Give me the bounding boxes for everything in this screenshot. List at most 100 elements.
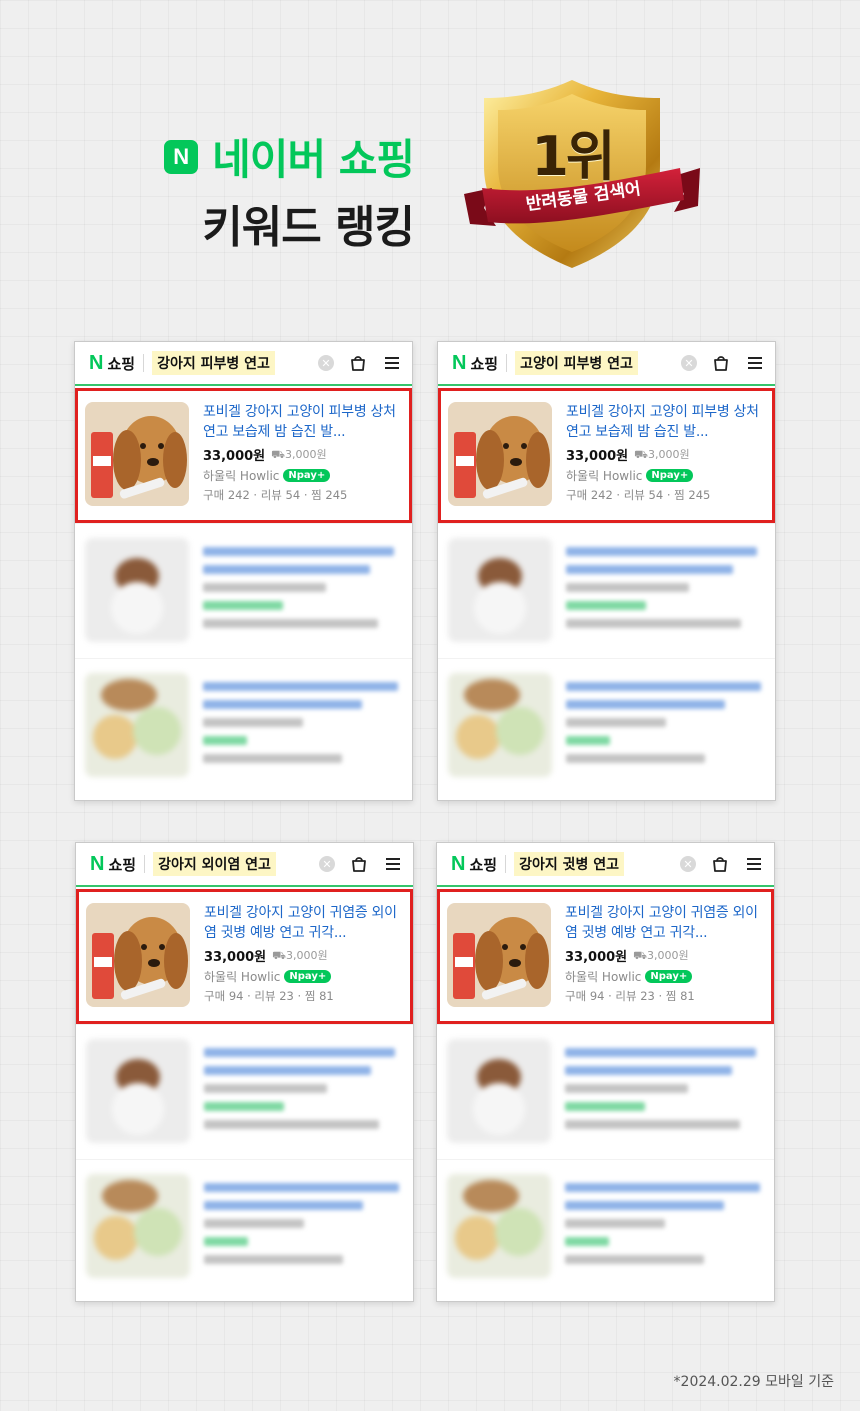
blurred-product-item[interactable]: [437, 1024, 774, 1159]
product-image-icon: [86, 903, 190, 1007]
blurred-thumbnail[interactable]: [448, 538, 552, 642]
shipping-fee: ⛟3,000원: [271, 446, 326, 463]
npay-plus-icon: +: [317, 971, 327, 982]
product-thumbnail[interactable]: [86, 903, 190, 1007]
product-title-link[interactable]: 포비겔 강아지 고양이 피부병 상처 연고 보습제 밤 습진 발...: [203, 402, 402, 442]
menu-icon[interactable]: [745, 353, 765, 373]
product-title-link[interactable]: 포비겔 강아지 고양이 피부병 상처 연고 보습제 밤 습진 발...: [566, 402, 765, 442]
shopping-bag-icon[interactable]: [349, 854, 369, 874]
seller-name[interactable]: 하울릭 Howlic: [204, 968, 280, 985]
product-image-icon: [447, 903, 551, 1007]
npay-label: pay: [658, 971, 679, 982]
blurred-thumbnail[interactable]: [447, 1039, 551, 1143]
blurred-thumbnail[interactable]: [447, 1174, 551, 1278]
product-title-link[interactable]: 포비겔 강아지 고양이 귀염증 외이염 귓병 예방 연고 귀각...: [204, 903, 403, 943]
seller-row: 하울릭 Howlic Npay+: [565, 968, 764, 985]
featured-product-item[interactable]: 포비겔 강아지 고양이 피부병 상처 연고 보습제 밤 습진 발... 33,0…: [438, 388, 775, 523]
product-thumbnail[interactable]: [448, 402, 552, 506]
npay-badge: Npay+: [284, 970, 332, 983]
product-thumbnail[interactable]: [85, 402, 189, 506]
brand-row: N 네이버 쇼핑: [164, 126, 415, 187]
product-stats: 구매 242 · 리뷰 54 · 찜 245: [203, 488, 348, 502]
divider: [506, 354, 508, 372]
shipping-fee-value: 3,000원: [284, 448, 327, 461]
blurred-image-icon: [86, 1039, 190, 1143]
npay-n-icon: N: [288, 470, 297, 481]
naver-n-icon: N: [89, 351, 104, 374]
clear-icon[interactable]: ✕: [318, 355, 334, 371]
product-info: 포비겔 강아지 고양이 귀염증 외이염 귓병 예방 연고 귀각... 33,00…: [565, 903, 764, 1024]
search-bar: N 쇼핑 고양이 피부병 연고 ✕: [438, 342, 775, 386]
blurred-thumbnail[interactable]: [86, 1039, 190, 1143]
divider: [143, 354, 145, 372]
featured-product-item[interactable]: 포비겔 강아지 고양이 귀염증 외이염 귓병 예방 연고 귀각... 33,00…: [437, 889, 774, 1024]
naver-n-icon: N: [451, 852, 466, 875]
clear-icon[interactable]: ✕: [319, 856, 335, 872]
blurred-product-item[interactable]: [438, 523, 775, 658]
search-panel-3: N 쇼핑 강아지 외이염 연고 ✕ 포비겔 강아지 고양이 귀염증 외이염 귓병…: [75, 842, 414, 1302]
blurred-product-item[interactable]: [76, 1024, 413, 1159]
product-info: 포비겔 강아지 고양이 피부병 상처 연고 보습제 밤 습진 발... 33,0…: [566, 402, 765, 523]
search-keyword[interactable]: 강아지 외이염 연고: [153, 852, 276, 876]
blurred-product-item[interactable]: [437, 1159, 774, 1294]
shopping-bag-icon[interactable]: [710, 854, 730, 874]
shipping-fee: ⛟3,000원: [633, 947, 688, 964]
search-bar: N 쇼핑 강아지 피부병 연고 ✕: [75, 342, 412, 386]
seller-row: 하울릭 Howlic Npay+: [203, 467, 402, 484]
search-keyword[interactable]: 강아지 피부병 연고: [152, 351, 275, 375]
rank-badge: 1위 반려동물 검색어: [462, 76, 702, 276]
blurred-image-icon: [447, 1039, 551, 1143]
menu-icon[interactable]: [744, 854, 764, 874]
product-title-link[interactable]: 포비겔 강아지 고양이 귀염증 외이염 귓병 예방 연고 귀각...: [565, 903, 764, 943]
blurred-thumbnail[interactable]: [85, 538, 189, 642]
featured-product-item[interactable]: 포비겔 강아지 고양이 귀염증 외이염 귓병 예방 연고 귀각... 33,00…: [76, 889, 413, 1024]
npay-n-icon: N: [650, 971, 659, 982]
clear-icon[interactable]: ✕: [681, 355, 697, 371]
npay-label: pay: [296, 470, 317, 481]
blurred-product-item[interactable]: [76, 1159, 413, 1294]
shopping-bag-icon[interactable]: [348, 353, 368, 373]
blurred-product-item[interactable]: [75, 658, 412, 793]
shopping-label: 쇼핑: [108, 855, 137, 874]
product-stats: 구매 94 · 리뷰 23 · 찜 81: [204, 989, 334, 1003]
search-panel-1: N 쇼핑 강아지 피부병 연고 ✕ 포비겔 강아지 고양이 피부병 상처 연고 …: [74, 341, 413, 801]
clear-icon[interactable]: ✕: [680, 856, 696, 872]
npay-badge: Npay+: [646, 469, 694, 482]
search-bar-icons: ✕: [319, 854, 403, 874]
blurred-text: [203, 673, 402, 793]
price-row: 33,000원 ⛟3,000원: [566, 445, 765, 464]
blurred-product-item[interactable]: [75, 523, 412, 658]
naver-n-icon: N: [452, 351, 467, 374]
npay-plus-icon: +: [316, 470, 326, 481]
blurred-product-item[interactable]: [438, 658, 775, 793]
truck-icon: ⛟: [271, 448, 285, 461]
hero-section: N 네이버 쇼핑 키워드 랭킹 1위 반려동물 검색어: [0, 0, 860, 300]
shopping-bag-icon[interactable]: [711, 353, 731, 373]
search-keyword[interactable]: 강아지 귓병 연고: [514, 852, 624, 876]
search-bar: N 쇼핑 강아지 귓병 연고 ✕: [437, 843, 774, 887]
shopping-label: 쇼핑: [107, 354, 136, 373]
hero-title: N 네이버 쇼핑 키워드 랭킹: [164, 126, 415, 255]
seller-name[interactable]: 하울릭 Howlic: [203, 467, 279, 484]
search-keyword[interactable]: 고양이 피부병 연고: [515, 351, 638, 375]
truck-icon: ⛟: [272, 949, 286, 962]
blurred-thumbnail[interactable]: [86, 1174, 190, 1278]
npay-label: pay: [659, 470, 680, 481]
featured-product-item[interactable]: 포비겔 강아지 고양이 피부병 상처 연고 보습제 밤 습진 발... 33,0…: [75, 388, 412, 523]
blurred-thumbnail[interactable]: [448, 673, 552, 777]
divider: [505, 855, 507, 873]
seller-name[interactable]: 하울릭 Howlic: [565, 968, 641, 985]
product-thumbnail[interactable]: [447, 903, 551, 1007]
npay-plus-icon: +: [678, 971, 688, 982]
blurred-text: [566, 673, 765, 793]
blurred-image-icon: [86, 1174, 190, 1278]
blurred-thumbnail[interactable]: [85, 673, 189, 777]
menu-icon[interactable]: [382, 353, 402, 373]
seller-name[interactable]: 하울릭 Howlic: [566, 467, 642, 484]
search-bar-icons: ✕: [318, 353, 402, 373]
npay-badge: Npay+: [283, 469, 331, 482]
blurred-text: [565, 1174, 764, 1294]
shipping-fee-value: 3,000원: [647, 448, 690, 461]
shipping-fee-value: 3,000원: [646, 949, 689, 962]
menu-icon[interactable]: [383, 854, 403, 874]
